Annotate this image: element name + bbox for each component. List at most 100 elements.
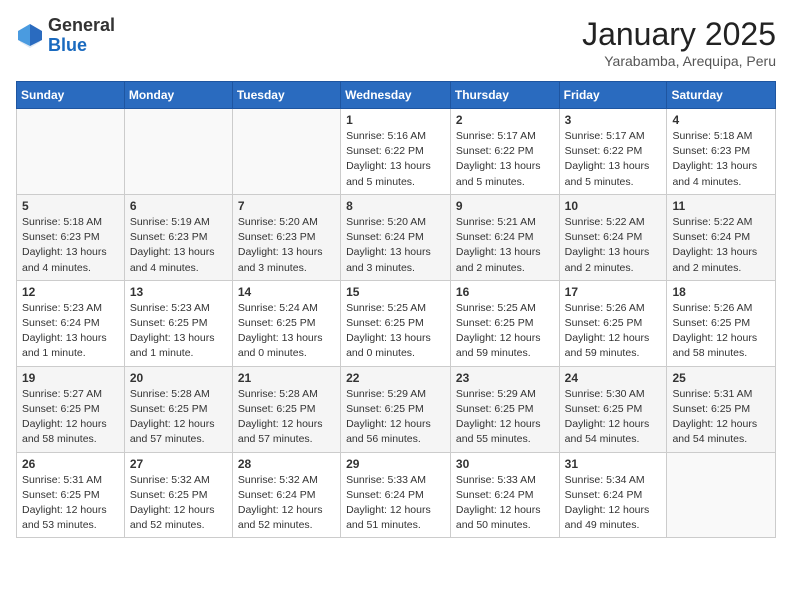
day-info: Sunrise: 5:26 AM Sunset: 6:25 PM Dayligh…	[672, 301, 770, 362]
calendar-cell: 29 Sunrise: 5:33 AM Sunset: 6:24 PM Dayli…	[341, 452, 451, 538]
calendar-cell: 1Sunrise: 5:16 AM Sunset: 6:22 PM Daylig…	[341, 109, 451, 195]
day-number: 3	[565, 113, 662, 127]
day-info: Sunrise: 5:21 AM Sunset: 6:24 PM Dayligh…	[456, 215, 554, 276]
day-info: Sunrise: 5:33 AM Sunset: 6:24 PM Dayligh…	[346, 473, 445, 534]
day-number: 4	[672, 113, 770, 127]
page-header: General Blue January 2025 Yarabamba, Are…	[16, 16, 776, 69]
day-info: Sunrise: 5:32 AM Sunset: 6:24 PM Dayligh…	[238, 473, 335, 534]
day-number: 7	[238, 199, 335, 213]
weekday-header: Sunday	[17, 82, 125, 109]
calendar-week-row: 26 Sunrise: 5:31 AM Sunset: 6:25 PM Dayli…	[17, 452, 776, 538]
logo-icon	[16, 22, 44, 50]
calendar-cell	[17, 109, 125, 195]
day-number: 24	[565, 371, 662, 385]
weekday-header: Friday	[559, 82, 667, 109]
calendar-cell: 7Sunrise: 5:20 AM Sunset: 6:23 PM Daylig…	[232, 194, 340, 280]
day-info: Sunrise: 5:33 AM Sunset: 6:24 PM Dayligh…	[456, 473, 554, 534]
day-info: Sunrise: 5:27 AM Sunset: 6:25 PM Dayligh…	[22, 387, 119, 448]
calendar-week-row: 12 Sunrise: 5:23 AM Sunset: 6:24 PM Dayli…	[17, 280, 776, 366]
logo: General Blue	[16, 16, 115, 56]
day-info: Sunrise: 5:31 AM Sunset: 6:25 PM Dayligh…	[672, 387, 770, 448]
day-number: 25	[672, 371, 770, 385]
calendar-cell: 3 Sunrise: 5:17 AM Sunset: 6:22 PM Daylig…	[559, 109, 667, 195]
day-number: 13	[130, 285, 227, 299]
calendar-cell: 11Sunrise: 5:22 AM Sunset: 6:24 PM Dayli…	[667, 194, 776, 280]
day-info: Sunrise: 5:23 AM Sunset: 6:25 PM Dayligh…	[130, 301, 227, 362]
day-info: Sunrise: 5:26 AM Sunset: 6:25 PM Dayligh…	[565, 301, 662, 362]
day-number: 18	[672, 285, 770, 299]
weekday-header: Saturday	[667, 82, 776, 109]
calendar-cell: 27 Sunrise: 5:32 AM Sunset: 6:25 PM Dayli…	[124, 452, 232, 538]
day-info: Sunrise: 5:22 AM Sunset: 6:24 PM Dayligh…	[565, 215, 662, 276]
calendar-cell: 14Sunrise: 5:24 AM Sunset: 6:25 PM Dayli…	[232, 280, 340, 366]
day-number: 2	[456, 113, 554, 127]
day-info: Sunrise: 5:23 AM Sunset: 6:24 PM Dayligh…	[22, 301, 119, 362]
day-number: 22	[346, 371, 445, 385]
day-number: 8	[346, 199, 445, 213]
calendar-cell: 19Sunrise: 5:27 AM Sunset: 6:25 PM Dayli…	[17, 366, 125, 452]
day-number: 26	[22, 457, 119, 471]
calendar-week-row: 19Sunrise: 5:27 AM Sunset: 6:25 PM Dayli…	[17, 366, 776, 452]
day-info: Sunrise: 5:16 AM Sunset: 6:22 PM Dayligh…	[346, 129, 445, 190]
calendar-cell: 5 Sunrise: 5:18 AM Sunset: 6:23 PM Daylig…	[17, 194, 125, 280]
day-info: Sunrise: 5:20 AM Sunset: 6:24 PM Dayligh…	[346, 215, 445, 276]
calendar-cell: 23 Sunrise: 5:29 AM Sunset: 6:25 PM Dayli…	[450, 366, 559, 452]
day-number: 27	[130, 457, 227, 471]
day-info: Sunrise: 5:30 AM Sunset: 6:25 PM Dayligh…	[565, 387, 662, 448]
calendar-cell: 12 Sunrise: 5:23 AM Sunset: 6:24 PM Dayli…	[17, 280, 125, 366]
calendar-cell: 10Sunrise: 5:22 AM Sunset: 6:24 PM Dayli…	[559, 194, 667, 280]
day-number: 12	[22, 285, 119, 299]
day-info: Sunrise: 5:29 AM Sunset: 6:25 PM Dayligh…	[346, 387, 445, 448]
day-number: 28	[238, 457, 335, 471]
title-area: January 2025 Yarabamba, Arequipa, Peru	[582, 16, 776, 69]
day-number: 23	[456, 371, 554, 385]
weekday-header: Wednesday	[341, 82, 451, 109]
day-info: Sunrise: 5:24 AM Sunset: 6:25 PM Dayligh…	[238, 301, 335, 362]
day-info: Sunrise: 5:19 AM Sunset: 6:23 PM Dayligh…	[130, 215, 227, 276]
weekday-header: Tuesday	[232, 82, 340, 109]
calendar-cell: 8 Sunrise: 5:20 AM Sunset: 6:24 PM Daylig…	[341, 194, 451, 280]
logo-text: General Blue	[48, 16, 115, 56]
calendar-cell	[667, 452, 776, 538]
calendar-cell: 4 Sunrise: 5:18 AM Sunset: 6:23 PM Daylig…	[667, 109, 776, 195]
calendar-cell	[124, 109, 232, 195]
day-info: Sunrise: 5:29 AM Sunset: 6:25 PM Dayligh…	[456, 387, 554, 448]
day-number: 11	[672, 199, 770, 213]
day-info: Sunrise: 5:32 AM Sunset: 6:25 PM Dayligh…	[130, 473, 227, 534]
day-info: Sunrise: 5:31 AM Sunset: 6:25 PM Dayligh…	[22, 473, 119, 534]
day-info: Sunrise: 5:17 AM Sunset: 6:22 PM Dayligh…	[565, 129, 662, 190]
day-number: 29	[346, 457, 445, 471]
day-info: Sunrise: 5:25 AM Sunset: 6:25 PM Dayligh…	[456, 301, 554, 362]
calendar-cell: 31Sunrise: 5:34 AM Sunset: 6:24 PM Dayli…	[559, 452, 667, 538]
day-number: 5	[22, 199, 119, 213]
day-number: 20	[130, 371, 227, 385]
day-number: 6	[130, 199, 227, 213]
calendar-table: SundayMondayTuesdayWednesdayThursdayFrid…	[16, 81, 776, 538]
calendar-cell: 13 Sunrise: 5:23 AM Sunset: 6:25 PM Dayli…	[124, 280, 232, 366]
calendar-cell: 22 Sunrise: 5:29 AM Sunset: 6:25 PM Dayli…	[341, 366, 451, 452]
weekday-header-row: SundayMondayTuesdayWednesdayThursdayFrid…	[17, 82, 776, 109]
calendar-week-row: 5 Sunrise: 5:18 AM Sunset: 6:23 PM Daylig…	[17, 194, 776, 280]
calendar-cell: 20Sunrise: 5:28 AM Sunset: 6:25 PM Dayli…	[124, 366, 232, 452]
location-title: Yarabamba, Arequipa, Peru	[582, 53, 776, 69]
month-title: January 2025	[582, 16, 776, 53]
day-info: Sunrise: 5:28 AM Sunset: 6:25 PM Dayligh…	[238, 387, 335, 448]
calendar-cell: 15Sunrise: 5:25 AM Sunset: 6:25 PM Dayli…	[341, 280, 451, 366]
calendar-cell	[232, 109, 340, 195]
day-info: Sunrise: 5:34 AM Sunset: 6:24 PM Dayligh…	[565, 473, 662, 534]
day-info: Sunrise: 5:17 AM Sunset: 6:22 PM Dayligh…	[456, 129, 554, 190]
logo-general-text: General	[48, 16, 115, 36]
calendar-cell: 9Sunrise: 5:21 AM Sunset: 6:24 PM Daylig…	[450, 194, 559, 280]
calendar-cell: 30Sunrise: 5:33 AM Sunset: 6:24 PM Dayli…	[450, 452, 559, 538]
day-number: 15	[346, 285, 445, 299]
day-info: Sunrise: 5:18 AM Sunset: 6:23 PM Dayligh…	[672, 129, 770, 190]
calendar-cell: 25 Sunrise: 5:31 AM Sunset: 6:25 PM Dayli…	[667, 366, 776, 452]
calendar-cell: 26 Sunrise: 5:31 AM Sunset: 6:25 PM Dayli…	[17, 452, 125, 538]
calendar-week-row: 1Sunrise: 5:16 AM Sunset: 6:22 PM Daylig…	[17, 109, 776, 195]
calendar-cell: 6 Sunrise: 5:19 AM Sunset: 6:23 PM Daylig…	[124, 194, 232, 280]
day-info: Sunrise: 5:18 AM Sunset: 6:23 PM Dayligh…	[22, 215, 119, 276]
logo-blue-text: Blue	[48, 36, 115, 56]
day-number: 17	[565, 285, 662, 299]
calendar-cell: 16Sunrise: 5:25 AM Sunset: 6:25 PM Dayli…	[450, 280, 559, 366]
calendar-cell: 24 Sunrise: 5:30 AM Sunset: 6:25 PM Dayli…	[559, 366, 667, 452]
